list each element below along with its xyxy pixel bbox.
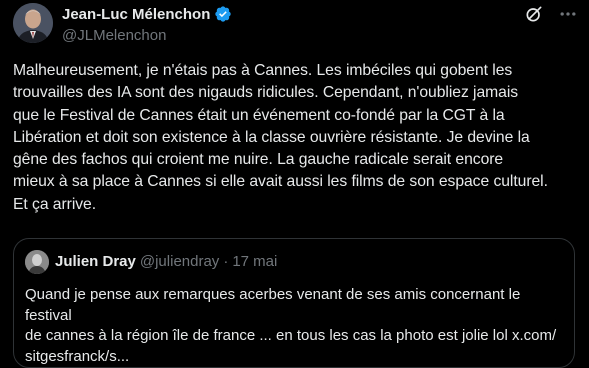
tweet: Jean-Luc Mélenchon @JLMelenchon Malheure…: [0, 0, 589, 368]
quoted-author-avatar[interactable]: [25, 250, 49, 274]
quoted-display-name[interactable]: Julien Dray: [55, 253, 136, 270]
author-avatar[interactable]: [13, 3, 53, 43]
quoted-text: Quand je pense aux remarques acerbes ven…: [25, 286, 557, 365]
author-name-row: Jean-Luc Mélenchon: [62, 4, 519, 24]
quoted-date[interactable]: 17 mai: [232, 253, 277, 270]
tweet-actions: [511, 3, 579, 25]
author-avatar-photo: [13, 3, 53, 43]
quoted-author-avatar-photo: [25, 250, 49, 274]
tweet-text: Malheureusement, je n'étais pas à Cannes…: [13, 62, 548, 213]
author-header: Jean-Luc Mélenchon @JLMelenchon: [62, 4, 519, 44]
author-display-name[interactable]: Jean-Luc Mélenchon: [62, 6, 210, 23]
quoted-tweet[interactable]: Julien Dray @juliendray · 17 mai Quand j…: [13, 238, 575, 368]
author-handle[interactable]: @JLMelenchon: [62, 27, 519, 44]
grok-icon[interactable]: [523, 3, 545, 25]
quoted-header: Julien Dray @juliendray · 17 mai: [55, 253, 277, 270]
verified-badge-icon[interactable]: [214, 5, 232, 23]
more-options-icon[interactable]: [557, 3, 579, 25]
quoted-separator: ·: [223, 253, 229, 270]
quoted-handle[interactable]: @juliendray: [140, 253, 219, 270]
